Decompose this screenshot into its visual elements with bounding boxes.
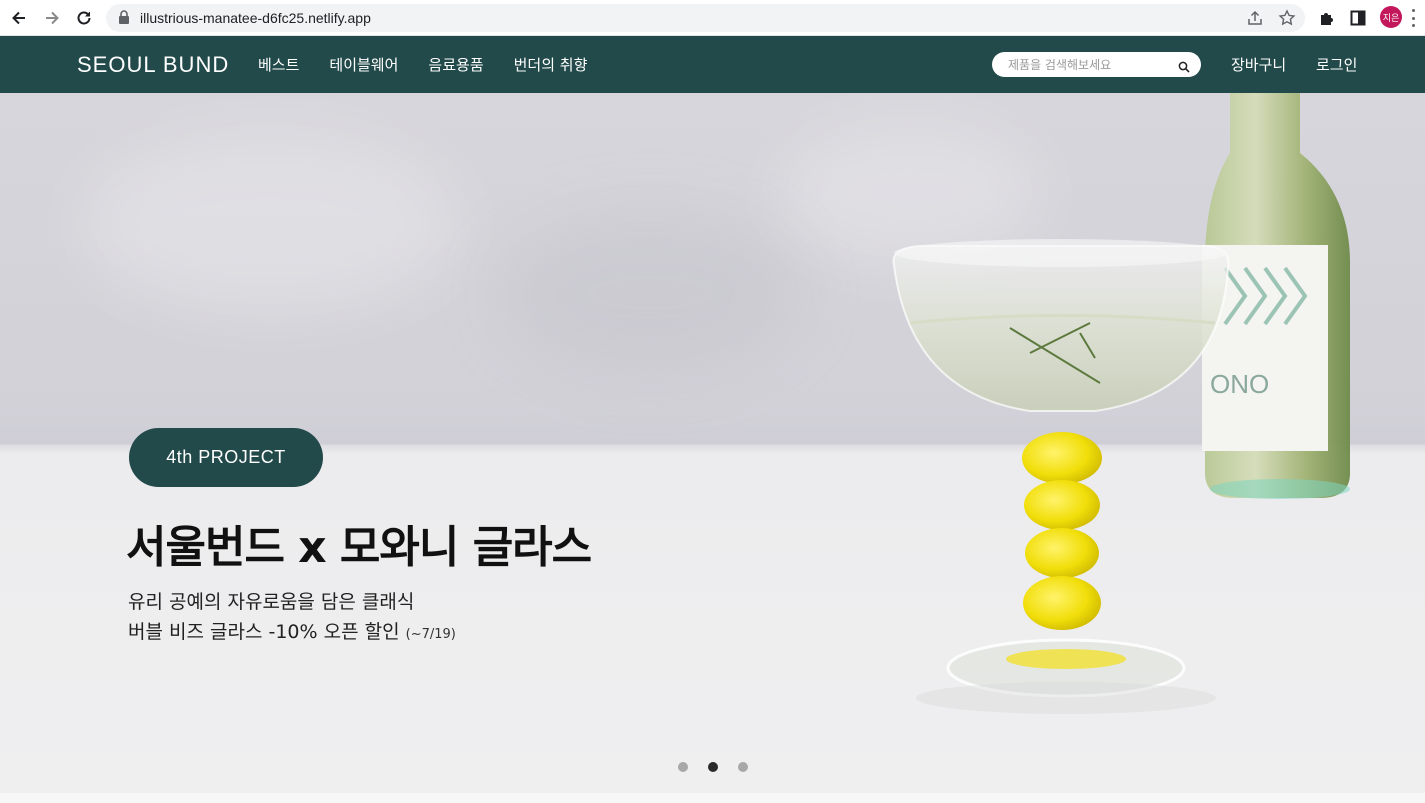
nav-item-tableware[interactable]: 테이블웨어 [329,54,398,75]
lock-icon[interactable] [118,10,130,29]
project-badge[interactable]: 4th PROJECT [129,428,323,487]
nav-item-taste[interactable]: 번더의 취향 [514,54,588,75]
star-icon[interactable] [1278,9,1296,27]
page-bottom-strip [0,793,1425,803]
hero-subtitle-line2-text: 버블 비즈 글라스 -10% 오픈 할인 [128,621,400,643]
hero-banner: ONO 4th PROJECT 서울번드 x 모와니 글라스 유리 공예의 자유… [0,93,1425,793]
hero-subtitle-line2: 버블 비즈 글라스 -10% 오픈 할인 (~7/19) [128,617,456,644]
hero-headline: 서울번드 x 모와니 글라스 [126,522,592,573]
profile-avatar[interactable]: 지은 [1380,6,1402,28]
back-arrow-icon[interactable] [8,7,30,29]
forward-arrow-icon[interactable] [41,7,63,29]
url-text: illustrious-manatee-d6fc25.netlify.app [140,10,371,26]
puzzle-icon[interactable] [1316,7,1338,29]
cart-link[interactable]: 장바구니 [1231,54,1286,75]
carousel-dot-3[interactable] [738,762,748,772]
kebab-menu-icon[interactable] [1412,9,1416,27]
nav-item-beverage[interactable]: 음료용품 [428,54,483,75]
carousel-dot-1[interactable] [678,762,688,772]
main-nav: 베스트 테이블웨어 음료용품 번더의 취향 [258,54,587,75]
reload-icon[interactable] [73,7,95,29]
site-logo[interactable]: SEOUL BUND [77,52,229,78]
nav-item-best[interactable]: 베스트 [258,54,299,75]
site-header: SEOUL BUND 베스트 테이블웨어 음료용품 번더의 취향 장바구니 로그… [0,36,1425,93]
search-input[interactable] [1008,55,1168,74]
hero-subtitle-note: (~7/19) [405,627,456,642]
glass-and-bottle-image: ONO [892,93,1350,714]
browser-toolbar: illustrious-manatee-d6fc25.netlify.app 지… [0,0,1425,36]
bottle-label-text: ONO [1210,369,1269,399]
wall-texture [80,133,460,313]
search-box [992,52,1201,77]
wall-texture [500,213,800,373]
carousel-dot-2[interactable] [708,762,718,772]
share-icon[interactable] [1246,9,1264,27]
carousel-dots [678,762,748,772]
login-link[interactable]: 로그인 [1316,54,1357,75]
hero-subtitle-line1: 유리 공예의 자유로움을 담은 클래식 [128,591,415,613]
address-bar[interactable]: illustrious-manatee-d6fc25.netlify.app [106,4,1305,32]
search-icon[interactable] [1178,58,1190,77]
side-panel-icon[interactable] [1347,7,1369,29]
